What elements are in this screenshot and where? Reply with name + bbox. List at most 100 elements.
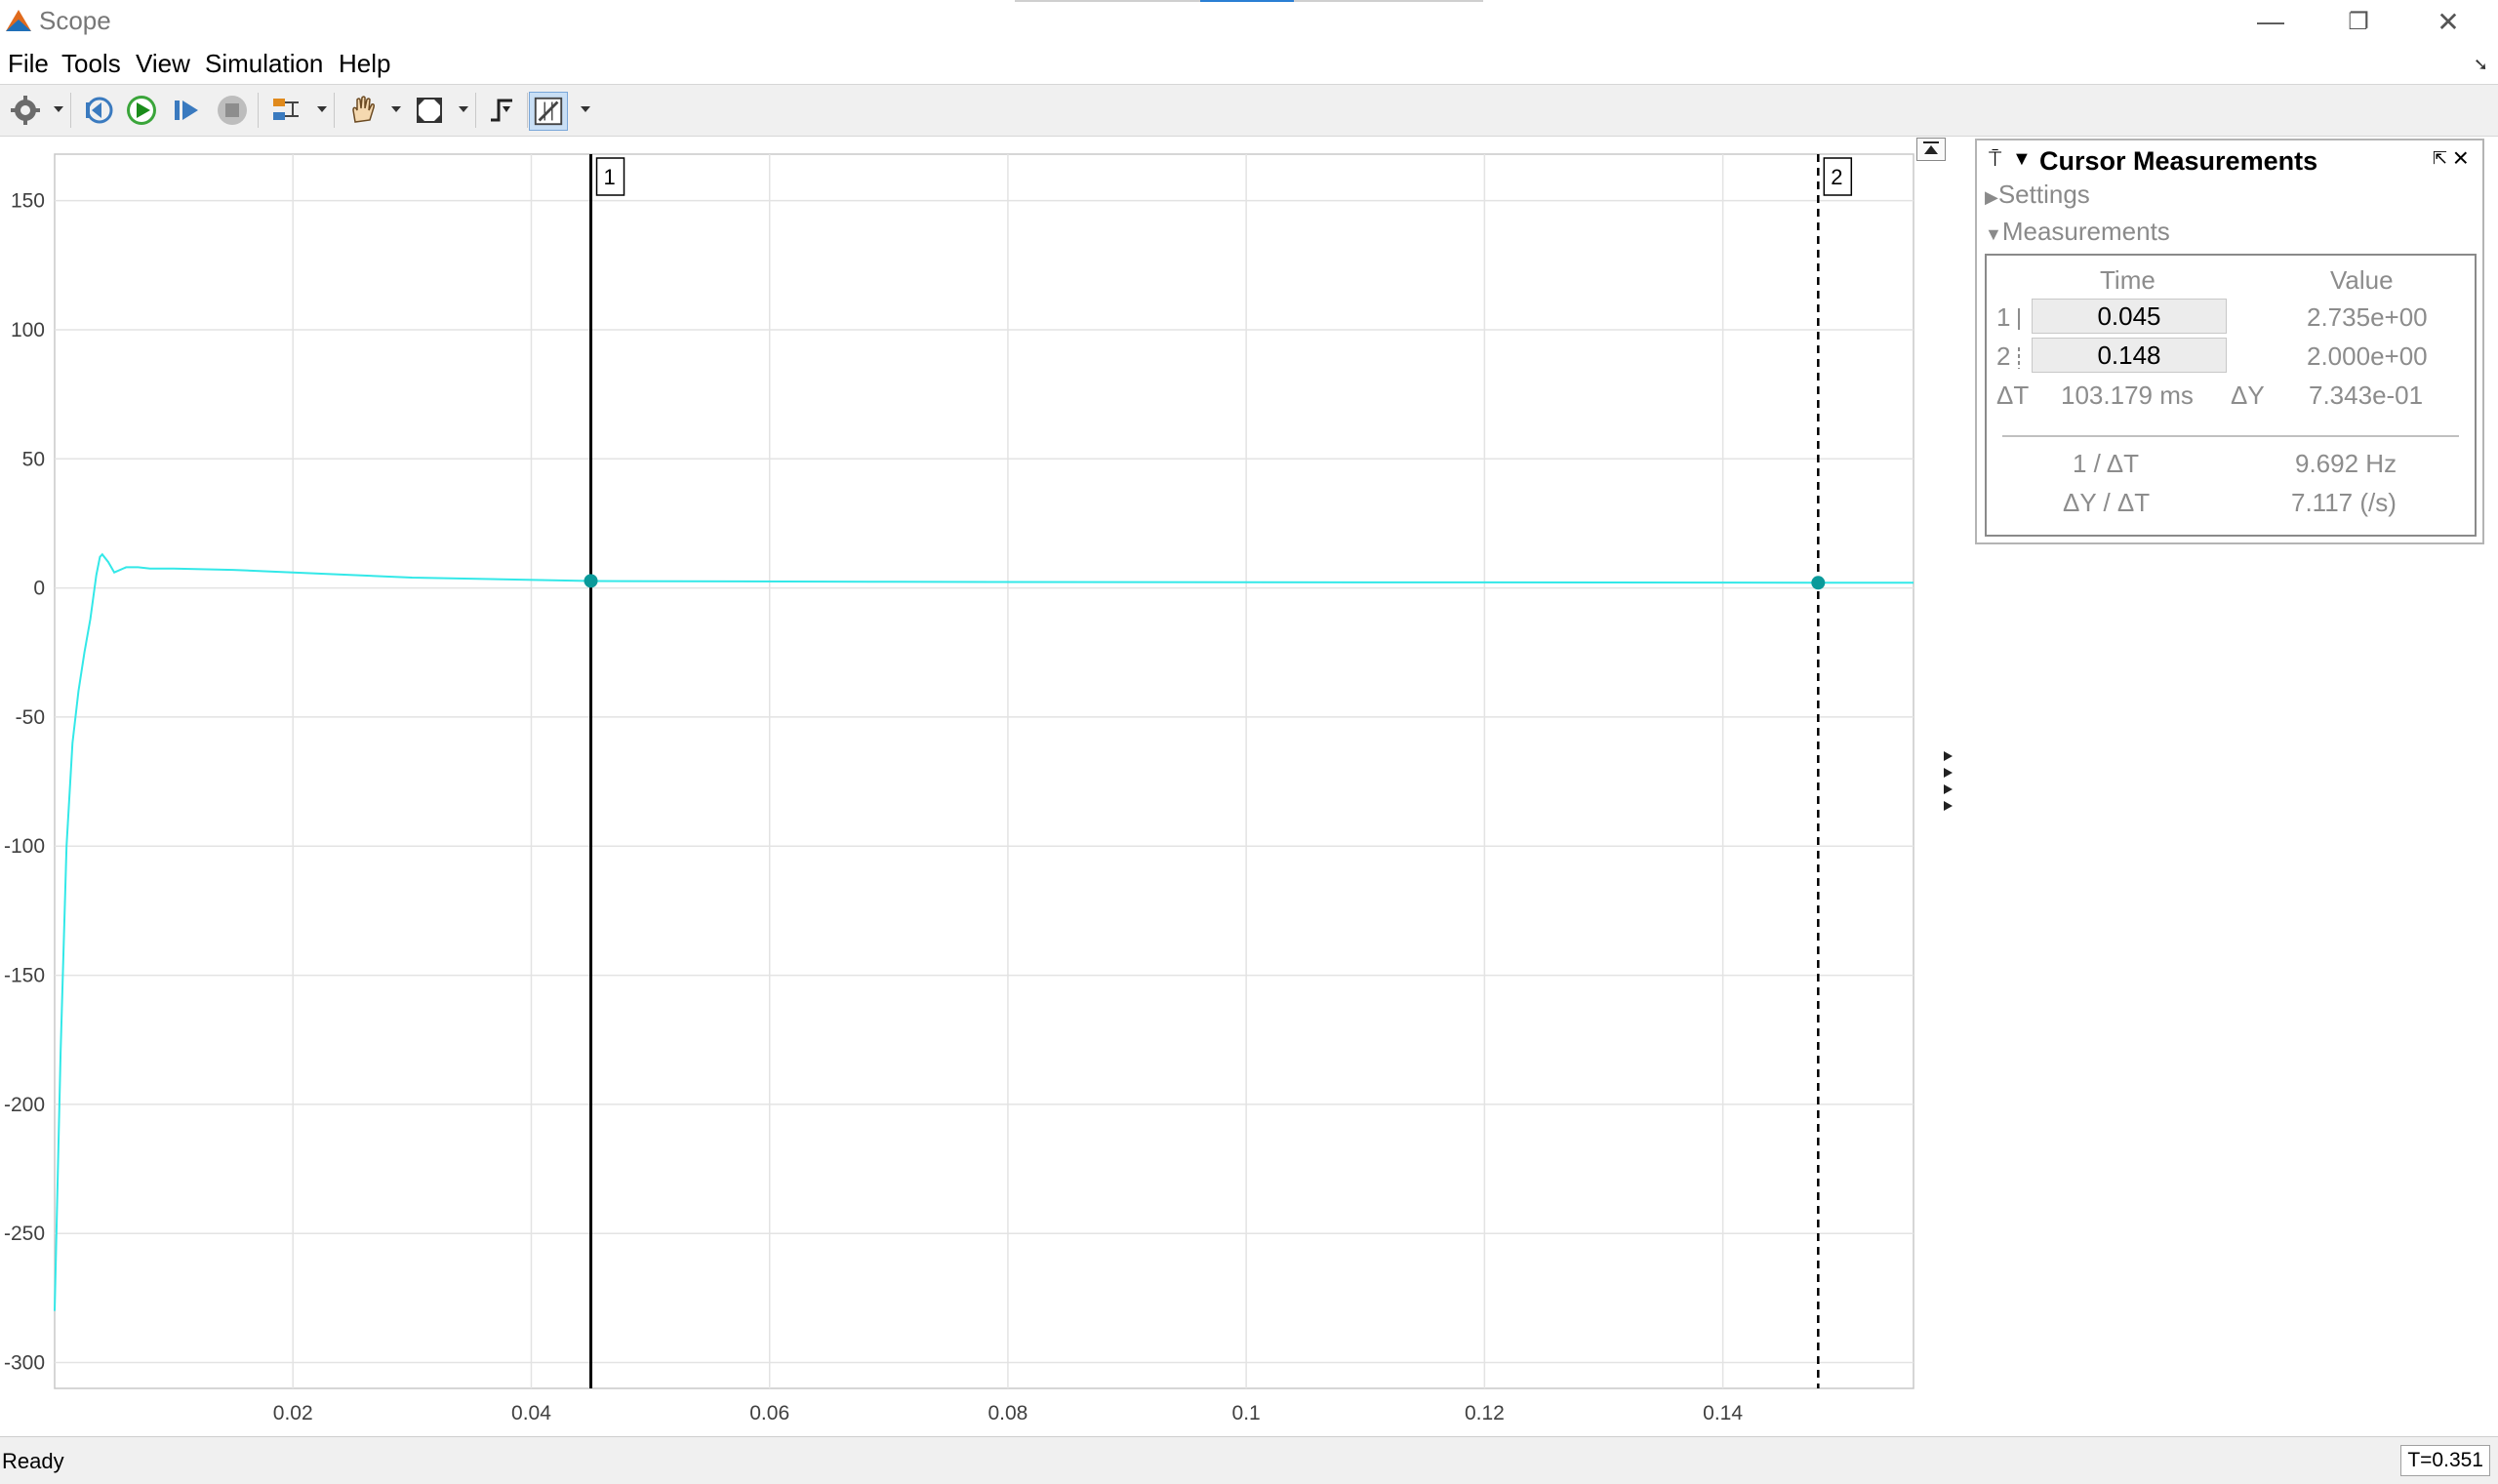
slope-value: 7.117 (/s) bbox=[2291, 488, 2397, 517]
y-tick-label: -100 bbox=[4, 835, 45, 858]
pin-icon[interactable]: ⍑ bbox=[1989, 146, 2001, 172]
settings-section[interactable]: ▶Settings bbox=[1985, 180, 2090, 210]
row-2-value: 2.000e+00 bbox=[2307, 341, 2428, 371]
minimize-icon: — bbox=[2257, 6, 2284, 36]
time-header: Time bbox=[2100, 265, 2156, 295]
cursor-measurements-icon bbox=[534, 97, 563, 126]
gear-icon[interactable] bbox=[8, 93, 43, 128]
collapse-triangle-icon: ▼ bbox=[1985, 224, 2002, 244]
menu-bar: File Tools View Simulation Help ➘ bbox=[0, 43, 2498, 84]
close-icon: ✕ bbox=[2437, 6, 2460, 37]
arrow-right-icon bbox=[1944, 768, 1953, 778]
status-text: Ready bbox=[2, 1449, 64, 1473]
solid-cursor-icon bbox=[2018, 308, 2020, 330]
toolbar bbox=[0, 84, 2498, 137]
dock-arrow-icon[interactable]: ➘ bbox=[2474, 55, 2488, 75]
value-header: Value bbox=[2330, 265, 2394, 295]
toolbar-separator bbox=[334, 93, 335, 128]
y-tick-label: -200 bbox=[4, 1094, 45, 1116]
menu-tools[interactable]: Tools bbox=[61, 49, 121, 79]
cursor-1-time-input[interactable]: 0.045 bbox=[2032, 299, 2227, 334]
undock-icon[interactable]: ⇱ bbox=[2433, 148, 2447, 169]
menu-help[interactable]: Help bbox=[339, 49, 390, 79]
simulation-time: T=0.351 bbox=[2400, 1445, 2490, 1476]
triggers-icon[interactable] bbox=[485, 93, 520, 128]
collapse-triangle-icon[interactable]: ▼ bbox=[2012, 148, 2032, 171]
y-axis-ticks: 150 100 50 0 -50 -100 -150 -200 -250 -300 bbox=[4, 190, 45, 1375]
zoom-fit-dropdown-icon[interactable] bbox=[459, 106, 468, 112]
arrow-right-icon bbox=[1944, 801, 1953, 811]
delta-t-value: 103.179 ms bbox=[2061, 381, 2194, 410]
measurements-box: Time Value 1 0.045 2.735e+00 2 0.148 2.0… bbox=[1985, 254, 2477, 537]
cursor-1-tag[interactable]: 1 bbox=[595, 157, 625, 196]
cursor-2-tag-label: 2 bbox=[1831, 165, 1842, 189]
cursor-measurements-panel: ⍑ ▼ Cursor Measurements ⇱ × ▶Settings ▼M… bbox=[1975, 139, 2484, 544]
window-title: Scope bbox=[39, 6, 111, 35]
row-1-value: 2.735e+00 bbox=[2307, 302, 2428, 332]
panel-title: Cursor Measurements bbox=[2039, 146, 2318, 176]
x-tick-label: 0.04 bbox=[511, 1402, 551, 1424]
measurements-section[interactable]: ▼Measurements bbox=[1985, 217, 2170, 247]
minimize-button[interactable]: — bbox=[2227, 0, 2315, 43]
scope-plot[interactable]: 150 100 50 0 -50 -100 -150 -200 -250 -300 0.02 0.0… bbox=[0, 136, 1952, 1433]
matlab-logo-icon bbox=[6, 10, 31, 31]
plot-canvas[interactable]: 150100500-50-100-150-200-250-300 0.02 0.0… bbox=[0, 136, 1952, 1433]
cursor-measurements-dropdown-icon[interactable] bbox=[581, 106, 590, 112]
signal-selector-dropdown-icon[interactable] bbox=[317, 106, 327, 112]
cursor-1-marker[interactable] bbox=[584, 574, 598, 588]
step-back-icon[interactable] bbox=[80, 93, 115, 128]
x-tick-label: 0.02 bbox=[273, 1402, 313, 1424]
delta-t-label: ΔT bbox=[1996, 381, 2030, 410]
step-forward-icon[interactable] bbox=[169, 93, 204, 128]
panel-resize-arrows[interactable] bbox=[1944, 751, 1959, 818]
dashed-cursor-icon bbox=[2018, 347, 2020, 369]
restore-icon: ❐ bbox=[2348, 8, 2369, 35]
y-tick-label: 100 bbox=[11, 319, 45, 341]
pan-icon[interactable] bbox=[345, 93, 381, 128]
y-tick-label: -150 bbox=[4, 965, 45, 987]
toolbar-separator bbox=[258, 93, 259, 128]
menu-simulation[interactable]: Simulation bbox=[205, 49, 323, 79]
x-tick-label: 0.06 bbox=[749, 1402, 789, 1424]
menu-file[interactable]: File bbox=[8, 49, 49, 79]
expand-legend-button[interactable] bbox=[1916, 138, 1946, 161]
cursor-2-marker[interactable] bbox=[1811, 576, 1826, 590]
x-tick-label: 0.08 bbox=[987, 1402, 1027, 1424]
y-tick-label: 50 bbox=[22, 448, 45, 470]
arrow-right-icon bbox=[1944, 751, 1953, 761]
menu-view[interactable]: View bbox=[136, 49, 190, 79]
delta-y-label: ΔY bbox=[2231, 381, 2265, 410]
cursor-2-time-input[interactable]: 0.148 bbox=[2032, 338, 2227, 373]
stop-icon[interactable] bbox=[215, 93, 250, 128]
y-tick-label: 150 bbox=[11, 190, 45, 213]
slope-label: ΔY / ΔT bbox=[2063, 488, 2151, 517]
panel-close-icon[interactable]: × bbox=[2453, 142, 2469, 174]
row-2-id: 2 bbox=[1996, 341, 2011, 371]
y-tick-label: 0 bbox=[33, 578, 45, 600]
restore-button[interactable]: ❐ bbox=[2315, 0, 2402, 43]
close-button[interactable]: ✕ bbox=[2404, 0, 2492, 43]
y-tick-label: -250 bbox=[4, 1223, 45, 1245]
x-axis-ticks: 0.02 0.04 0.06 0.08 0.1 0.12 0.14 bbox=[273, 1402, 1744, 1424]
pan-dropdown-icon[interactable] bbox=[391, 106, 401, 112]
x-tick-label: 0.12 bbox=[1465, 1402, 1505, 1424]
inverse-delta-t-value: 9.692 Hz bbox=[2295, 449, 2397, 478]
gear-dropdown-icon[interactable] bbox=[54, 106, 63, 112]
signal-selector-icon[interactable] bbox=[269, 93, 304, 128]
x-tick-label: 0.1 bbox=[1232, 1402, 1261, 1424]
toolbar-separator bbox=[475, 93, 476, 128]
settings-label: Settings bbox=[1997, 180, 2090, 209]
toolbar-separator bbox=[70, 93, 71, 128]
arrow-right-icon bbox=[1944, 784, 1953, 794]
zoom-fit-icon[interactable] bbox=[412, 93, 447, 128]
expand-triangle-icon: ▶ bbox=[1985, 187, 1998, 207]
cursor-2-tag[interactable]: 2 bbox=[1823, 157, 1853, 196]
toolbar-separator bbox=[527, 93, 528, 128]
row-1-id: 1 bbox=[1996, 302, 2011, 332]
inverse-delta-t-label: 1 / ΔT bbox=[2073, 449, 2139, 478]
expand-up-icon bbox=[1923, 141, 1939, 154]
title-tab-line-active bbox=[1200, 0, 1294, 2]
x-tick-label: 0.14 bbox=[1703, 1402, 1743, 1424]
cursor-measurements-button[interactable] bbox=[529, 92, 568, 131]
run-icon[interactable] bbox=[124, 93, 159, 128]
